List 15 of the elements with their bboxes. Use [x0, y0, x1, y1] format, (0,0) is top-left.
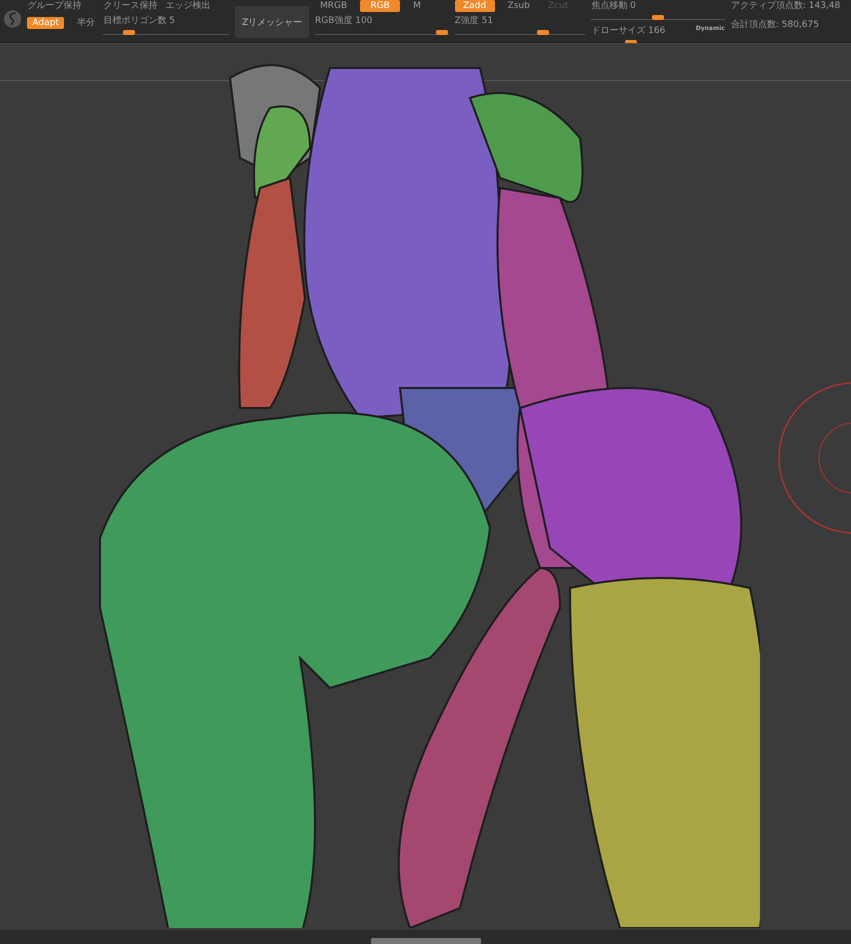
slider-label: RGB強度 100 — [314, 15, 374, 27]
depth-mode-toggle[interactable]: Zsub — [502, 0, 535, 12]
slider-label: ドローサイズ 166 — [591, 25, 666, 37]
total-points-count: 合計頂点数: 580,675 — [730, 19, 819, 31]
zremesher-button[interactable]: Zリメッシャー — [235, 6, 309, 38]
option-label[interactable]: エッジ検出 — [165, 0, 210, 12]
slider-label: Z強度 51 — [454, 15, 494, 27]
active-points-count: アクティブ頂点数: 143,48 — [730, 0, 840, 12]
slider-label: 目標ポリゴン数 5 — [103, 15, 176, 27]
color-mode-toggle[interactable]: MRGB — [314, 0, 352, 12]
option-label[interactable]: クリース保持 — [103, 0, 158, 12]
mode-toggle[interactable]: 半分 — [72, 17, 100, 29]
slider-label: 焦点移動 0 — [591, 0, 637, 12]
color-mode-toggle[interactable]: M — [408, 0, 426, 12]
option-label[interactable]: グループ保持 — [27, 0, 82, 12]
